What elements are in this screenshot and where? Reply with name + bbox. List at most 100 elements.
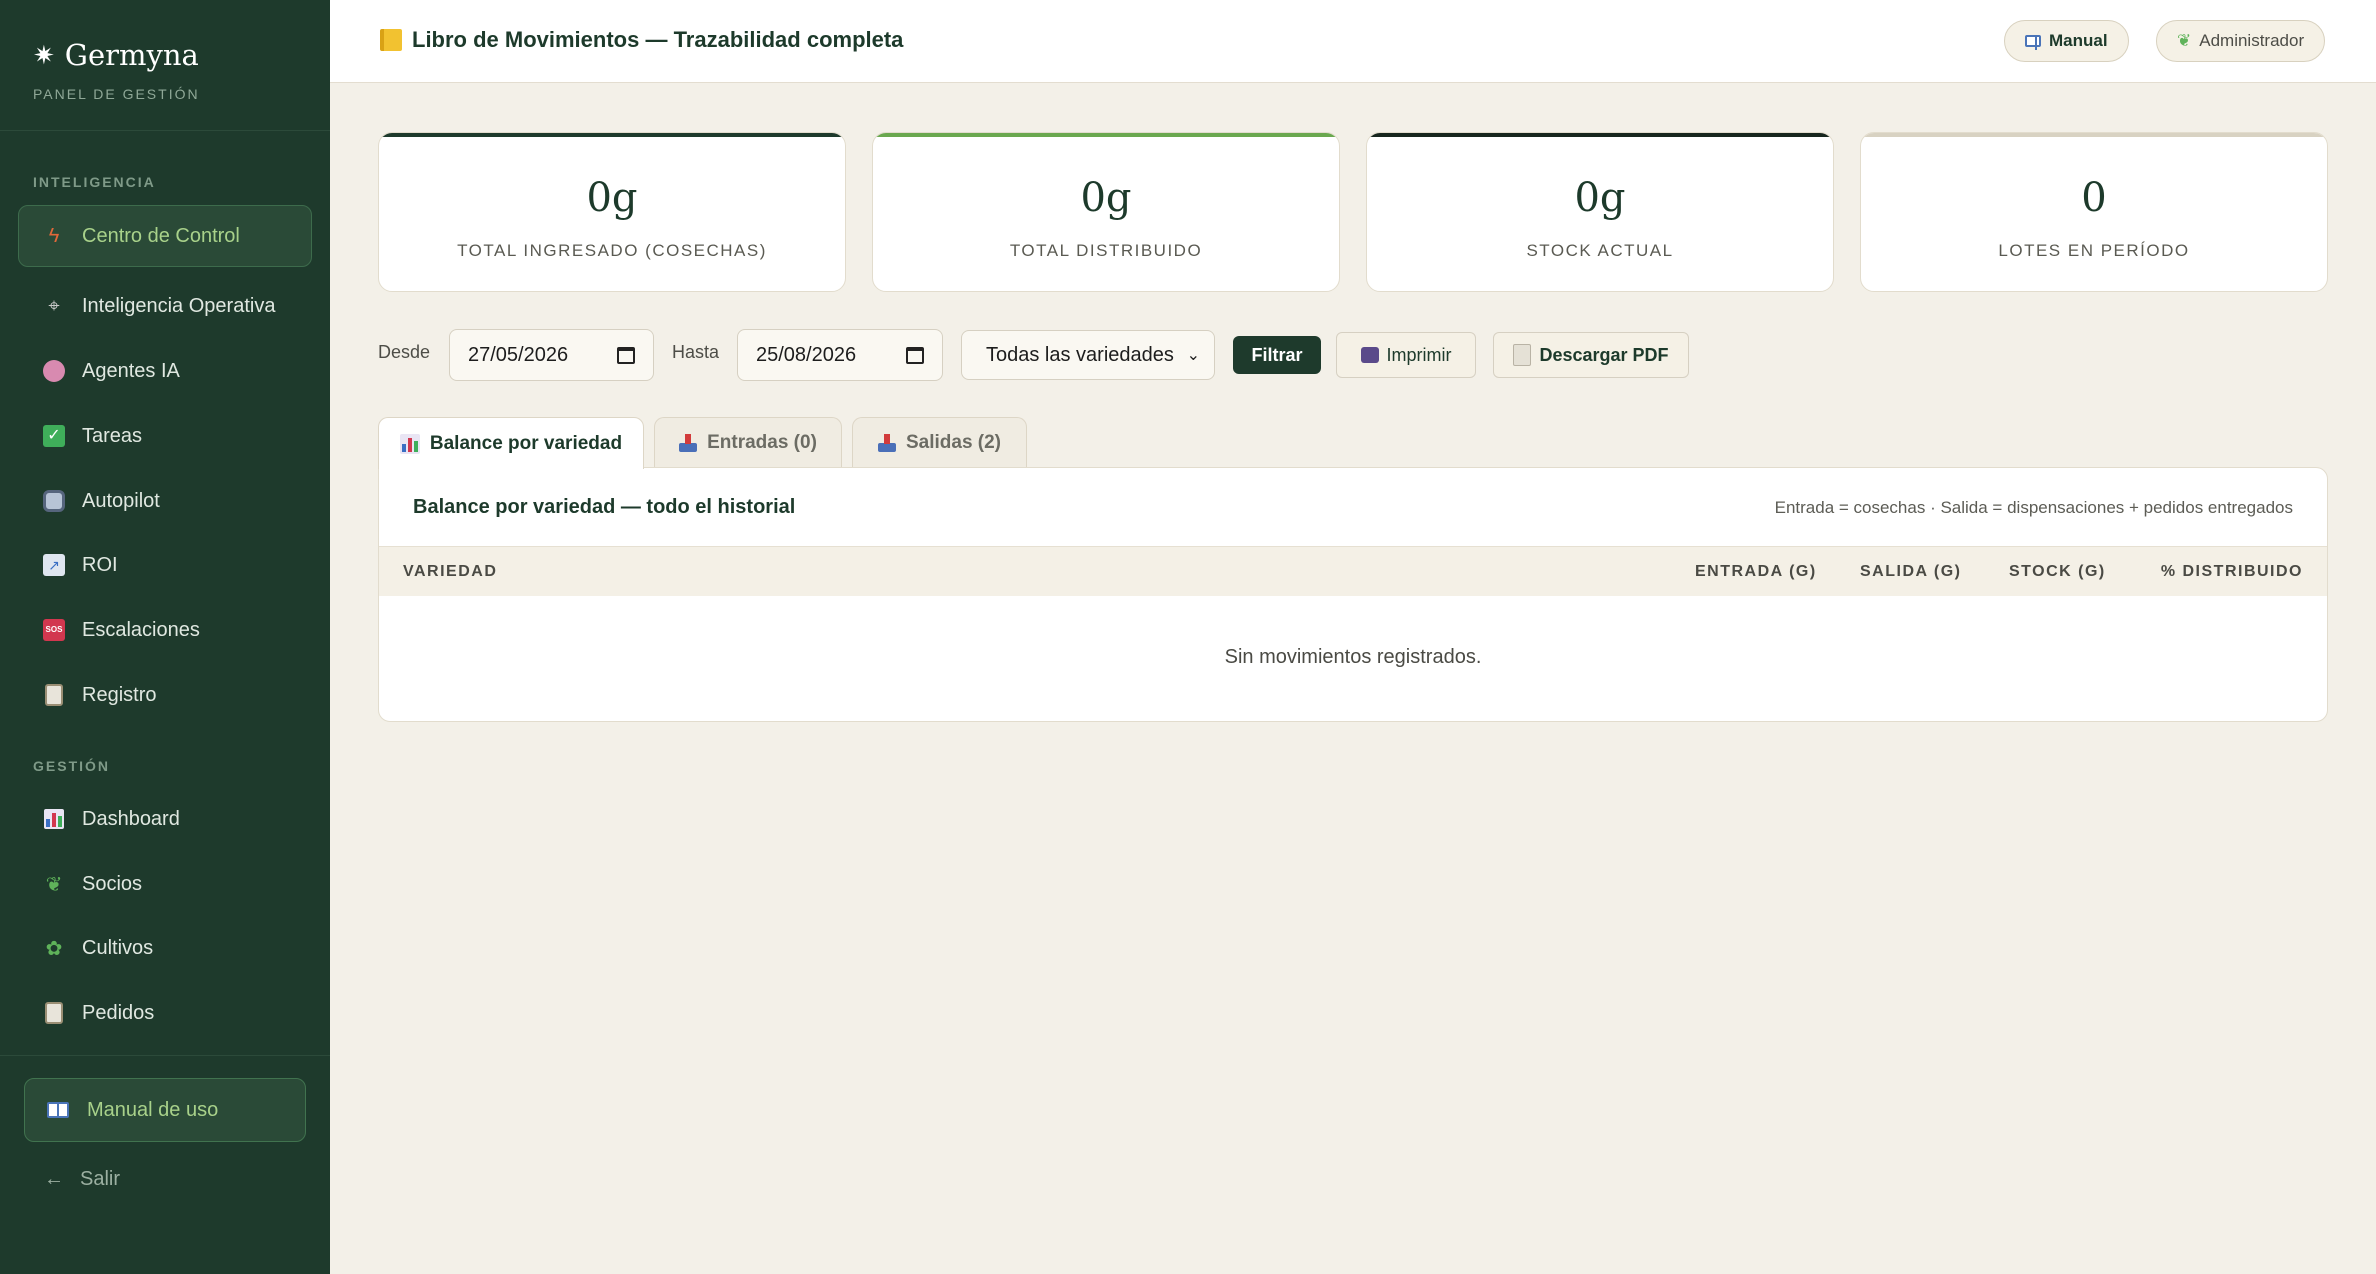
download-pdf-button[interactable]: Descargar PDF [1493, 332, 1689, 378]
sidebar-item-label: Registro [82, 683, 157, 706]
print-button[interactable]: Imprimir [1336, 332, 1476, 378]
sidebar-item-label: Cultivos [82, 936, 154, 959]
sidebar-item-escalaciones[interactable]: SOS Escalaciones [18, 599, 312, 661]
page-title-text: Libro de Movimientos — Trazabilidad comp… [412, 27, 904, 52]
sidebar-item-label: Tareas [82, 424, 143, 447]
tab-entradas[interactable]: Entradas (0) [654, 417, 842, 467]
printer-icon [1360, 347, 1379, 363]
sidebar-item-label: Centro de Control [82, 224, 240, 247]
brand-name: Germyna [64, 38, 199, 72]
logout-button[interactable]: ← Salir [44, 1168, 120, 1191]
sidebar-divider [0, 130, 330, 131]
user-menu-button[interactable]: ❦ Administrador [2156, 20, 2326, 62]
sidebar-item-registro[interactable]: Registro [18, 664, 312, 726]
logout-label: Salir [80, 1168, 121, 1190]
download-pdf-label: Descargar PDF [1539, 344, 1669, 365]
outbox-icon [877, 433, 896, 452]
stat-label: STOCK ACTUAL [1526, 241, 1674, 260]
receipt-icon [42, 1001, 66, 1025]
check-icon: ✓ [42, 424, 66, 448]
balance-panel: Balance por variedad — todo el historial… [378, 467, 2328, 722]
herb-icon: ❦ [2177, 31, 2192, 50]
column-header-entrada[interactable]: ENTRADA (G) [1695, 563, 1817, 581]
sidebar-item-label: Inteligencia Operativa [82, 294, 276, 317]
robot-icon [42, 489, 66, 513]
stat-label: TOTAL INGRESADO (COSECHAS) [457, 241, 767, 260]
lightning-icon: ϟ [48, 224, 60, 247]
variety-select[interactable]: Todas las variedades ⌄ [961, 330, 1215, 380]
sidebar-item-inteligencia-operativa[interactable]: ⌖ Inteligencia Operativa [18, 275, 312, 337]
from-date-value: 27/05/2026 [468, 343, 569, 366]
manual-de-uso-button[interactable]: Manual de uso [24, 1078, 306, 1142]
from-date-input[interactable]: 27/05/2026 [449, 329, 654, 381]
sidebar-item-tareas[interactable]: ✓ Tareas [18, 405, 312, 467]
manual-button-label: Manual [2049, 31, 2108, 50]
trend-chart-icon: ↗ [42, 553, 66, 577]
table-header: VARIEDAD ENTRADA (G) SALIDA (G) STOCK (G… [379, 546, 2327, 596]
tab-label: Entradas (0) [707, 431, 817, 453]
sidebar-item-centro-de-control[interactable]: ϟ Centro de Control [18, 205, 312, 267]
brand-subtitle: PANEL DE GESTIÓN [33, 86, 200, 102]
column-header-salida[interactable]: SALIDA (G) [1860, 563, 1962, 581]
calendar-icon[interactable] [617, 346, 635, 364]
brand[interactable]: ✷ Germyna [33, 38, 199, 72]
stat-label: LOTES EN PERÍODO [1998, 241, 2190, 260]
chevron-down-icon: ⌄ [1186, 347, 1200, 364]
sidebar-item-label: Socios [82, 872, 143, 895]
page-title: Libro de Movimientos — Trazabilidad comp… [380, 27, 903, 53]
user-menu-label: Administrador [2199, 31, 2305, 50]
satellite-icon: ⌖ [48, 294, 60, 317]
filter-button[interactable]: Filtrar [1233, 336, 1321, 374]
stat-card-lotes-en-periodo: 0 LOTES EN PERÍODO [1860, 132, 2328, 292]
from-label: Desde [378, 342, 431, 362]
sidebar-divider [0, 1055, 330, 1056]
herb-icon: ❦ [45, 873, 63, 896]
to-label: Hasta [672, 342, 720, 362]
sidebar: ✷ Germyna PANEL DE GESTIÓN INTELIGENCIA … [0, 0, 330, 1274]
top-header: Libro de Movimientos — Trazabilidad comp… [330, 0, 2376, 83]
tab-label: Balance por variedad [429, 432, 623, 454]
to-date-value: 25/08/2026 [756, 343, 857, 366]
tab-salidas[interactable]: Salidas (2) [852, 417, 1027, 467]
sidebar-item-label: Autopilot [82, 489, 160, 512]
arrow-left-icon: ← [44, 1168, 64, 1190]
stat-card-stock-actual: 0g STOCK ACTUAL [1366, 132, 1834, 292]
manual-button[interactable]: Manual [2004, 20, 2129, 62]
sidebar-item-roi[interactable]: ↗ ROI [18, 534, 312, 596]
column-header-distribuido[interactable]: % DISTRIBUIDO [2161, 563, 2303, 581]
manual-de-uso-label: Manual de uso [87, 1098, 219, 1121]
bar-chart-icon [42, 807, 66, 831]
sidebar-item-label: ROI [82, 553, 118, 576]
stat-card-total-distribuido: 0g TOTAL DISTRIBUIDO [872, 132, 1340, 292]
brain-icon [42, 359, 66, 383]
stat-value: 0g [586, 175, 638, 221]
sidebar-item-label: Dashboard [82, 807, 180, 830]
stat-label: TOTAL DISTRIBUIDO [1009, 241, 1203, 260]
sidebar-item-agentes-ia[interactable]: Agentes IA [18, 340, 312, 402]
inbox-icon [679, 433, 698, 452]
empty-state-message: Sin movimientos registrados. [1224, 646, 1482, 668]
to-date-input[interactable]: 25/08/2026 [737, 329, 943, 381]
sidebar-item-socios[interactable]: ❦ Socios [18, 853, 312, 915]
sidebar-item-label: Agentes IA [82, 359, 180, 382]
sidebar-item-dashboard[interactable]: Dashboard [18, 788, 312, 850]
sidebar-item-autopilot[interactable]: Autopilot [18, 470, 312, 532]
leaf-icon: ✷ [33, 40, 55, 70]
potted-plant-icon: ✿ [45, 937, 63, 960]
document-icon [1513, 344, 1532, 366]
clipboard-icon [42, 683, 66, 707]
sidebar-item-label: Escalaciones [82, 618, 200, 641]
column-header-variedad[interactable]: VARIEDAD [403, 563, 497, 581]
sidebar-item-label: Pedidos [82, 1001, 155, 1024]
stat-value: 0 [2081, 175, 2107, 221]
sidebar-item-pedidos[interactable]: Pedidos [18, 982, 312, 1044]
stat-value: 0g [1574, 175, 1626, 221]
column-header-stock[interactable]: STOCK (G) [2009, 563, 2106, 581]
section-inteligencia: INTELIGENCIA [33, 174, 156, 190]
ledger-icon [380, 29, 402, 51]
sidebar-item-cultivos[interactable]: ✿ Cultivos [18, 917, 312, 979]
bar-chart-icon [399, 433, 420, 454]
tab-balance-por-variedad[interactable]: Balance por variedad [378, 417, 644, 469]
calendar-icon[interactable] [906, 346, 924, 364]
book-icon [2025, 35, 2041, 50]
